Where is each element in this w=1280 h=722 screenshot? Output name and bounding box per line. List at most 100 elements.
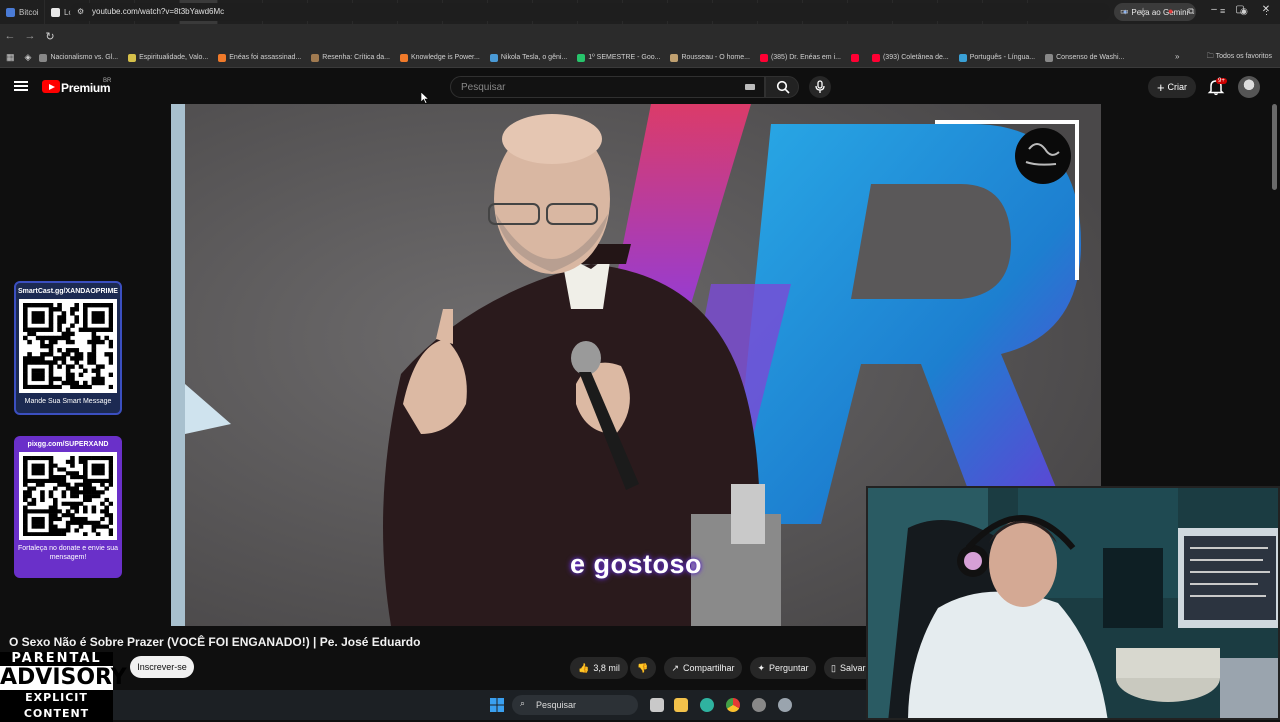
microphone-icon (815, 80, 825, 93)
bookmark-star-icon[interactable]: ☆ (1139, 6, 1147, 17)
qr-module (44, 478, 50, 483)
youtube-logo-icon[interactable] (42, 80, 60, 93)
qr-module (78, 456, 84, 461)
qr-module (35, 482, 41, 487)
qr-module (95, 339, 101, 345)
voice-search-button[interactable] (809, 76, 831, 98)
qr-module (57, 327, 62, 332)
qr-module (57, 475, 62, 480)
qr-module (31, 524, 37, 529)
ask-button[interactable]: ✦ Perguntar (750, 657, 816, 679)
subscribe-button[interactable]: Inscrever-se (130, 656, 194, 678)
task-view-icon[interactable] (650, 698, 664, 712)
qr-module (74, 505, 80, 510)
bookmark-favicon-icon (399, 53, 408, 62)
extension-red-icon[interactable]: ● (1168, 6, 1173, 16)
bookmark-favicon-icon (1045, 53, 1054, 62)
like-button[interactable]: 👍 3,8 mil (570, 657, 628, 679)
back-icon[interactable]: ← (0, 30, 20, 42)
search-box[interactable] (450, 76, 765, 98)
qr-module (74, 516, 80, 522)
qr-module (31, 471, 37, 476)
bookmark-item[interactable]: Resenha: Crítica da... (311, 53, 390, 62)
qr-module (27, 360, 32, 365)
page-scrollbar[interactable] (1272, 104, 1277, 190)
dislike-button[interactable]: 👎 (630, 657, 656, 679)
qr-module (83, 380, 88, 386)
bookmark-item[interactable] (850, 53, 862, 62)
qr-module (83, 307, 88, 312)
qr-module (65, 376, 71, 382)
bookmark-item[interactable]: (385) Dr. Enéas em i... (759, 53, 841, 62)
explicit-content-line: EXPLICIT CONTENT (0, 690, 113, 722)
taskbar-search-label: Pesquisar (536, 700, 577, 710)
qr-module (87, 384, 92, 390)
site-info-icon[interactable]: ⚙ (77, 3, 84, 21)
bookmark-item[interactable]: Nacionalismo vs. Gl... (39, 53, 119, 62)
bookmark-shortcut-icon[interactable]: ◈ (25, 52, 32, 63)
qr-module (83, 494, 88, 499)
bookmark-item[interactable]: Rousseau - O home... (670, 53, 750, 62)
qr-module (104, 335, 110, 341)
all-bookmarks-folder[interactable]: 🗀 Todos os favoritos (1207, 52, 1272, 63)
qr-module (108, 384, 114, 390)
chrome-browser-icon[interactable] (726, 698, 740, 712)
browser-menu-icon[interactable]: ⋮ (1262, 6, 1271, 17)
bookmark-item[interactable]: Português - Língua... (958, 53, 1035, 62)
qr-module (40, 490, 45, 495)
tab-search-icon[interactable]: ≡ (1220, 6, 1225, 16)
qr-module (91, 352, 97, 357)
thumbs-down-icon: 👎 (637, 662, 649, 673)
qr-module (74, 352, 80, 357)
file-explorer-icon[interactable] (674, 698, 688, 712)
qr-module (74, 494, 80, 499)
bookmark-item[interactable]: Nikola Tesla, o gêni... (489, 53, 567, 62)
hamburger-menu-icon[interactable] (14, 79, 28, 93)
more-bookmarks-icon[interactable]: » (1175, 52, 1179, 61)
reload-icon[interactable]: ↻ (40, 30, 60, 43)
bookmark-item[interactable]: 1º SEMESTRE - Goo... (577, 53, 661, 62)
qr-module (108, 513, 114, 518)
qr-module (23, 497, 28, 503)
bookmark-item[interactable]: Knowledge is Power... (399, 53, 480, 62)
qr-module (23, 509, 28, 514)
url-bar[interactable]: ⚙ youtube.com/watch?v=8t3bYawd6Mc (70, 3, 1110, 21)
windows-start-icon[interactable] (490, 698, 504, 712)
qr-module (70, 456, 75, 461)
qr-module (91, 315, 97, 320)
qr-module (35, 368, 41, 373)
search-input[interactable] (451, 77, 731, 98)
steam-icon[interactable] (752, 698, 766, 712)
profile-icon[interactable]: ◉ (1240, 6, 1248, 17)
extensions-icon[interactable]: ⧉ (1188, 6, 1194, 17)
browser-tab[interactable]: Bitcoi (0, 0, 45, 24)
qr-module (74, 471, 80, 476)
keyboard-icon[interactable] (745, 84, 755, 90)
qr-module (61, 490, 67, 495)
qr-module (53, 376, 58, 382)
forward-icon[interactable]: → (20, 30, 40, 42)
share-button[interactable]: ↗ Compartilhar (664, 657, 742, 679)
bookmark-item[interactable]: Espiritualidade, Valo... (128, 53, 208, 62)
create-button[interactable]: + Criar (1148, 76, 1196, 98)
qr-module (108, 478, 114, 483)
settings-gear-icon[interactable] (778, 698, 792, 712)
search-button[interactable] (765, 76, 799, 98)
bookmark-item[interactable]: (393) Coletânea de... (871, 53, 949, 62)
qr-module (74, 315, 80, 320)
bookmark-label: Nacionalismo vs. Gl... (50, 54, 119, 61)
search-icon (776, 80, 790, 94)
edge-browser-icon[interactable] (700, 698, 714, 712)
qr-module (23, 364, 28, 369)
qr-module (104, 513, 110, 518)
bookmark-item[interactable]: Enéas foi assassinad... (218, 53, 301, 62)
apps-grid-icon[interactable]: ▦ (6, 52, 15, 63)
bookmark-item[interactable]: Consenso de Washi... (1045, 53, 1124, 62)
qr-module (91, 463, 97, 468)
qr-module (104, 327, 110, 332)
account-avatar[interactable] (1238, 76, 1260, 98)
bookmark-label: 1º SEMESTRE - Goo... (588, 54, 661, 61)
taskbar-search-box[interactable]: ⌕ Pesquisar (512, 695, 638, 715)
cast-icon[interactable]: ▭ (1120, 6, 1129, 17)
qr-module (108, 467, 114, 472)
